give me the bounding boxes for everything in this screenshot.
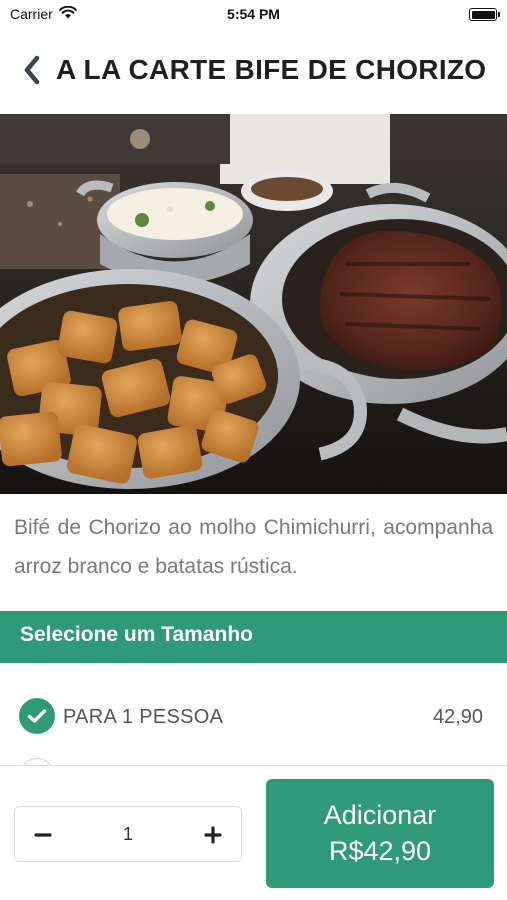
size-option-price: 42,90 bbox=[432, 706, 483, 728]
plus-icon bbox=[204, 826, 222, 844]
size-option-label: PARA 1 PESSOA bbox=[63, 706, 224, 728]
footer-bar: 1 Adicionar R$42,90 bbox=[0, 765, 507, 900]
add-button-price: R$42,90 bbox=[328, 835, 432, 866]
status-bar: Carrier 5:54 PM bbox=[0, 0, 507, 28]
page-title: A LA CARTE BIFE DE CHORIZO bbox=[56, 54, 487, 85]
check-icon bbox=[19, 698, 55, 734]
nav-bar: A LA CARTE BIFE DE CHORIZO bbox=[0, 44, 507, 98]
quantity-stepper: 1 bbox=[14, 806, 242, 862]
product-description: Bifé de Chorizo ao molho Chimichurri, ac… bbox=[14, 516, 493, 578]
chevron-left-icon bbox=[24, 55, 40, 85]
size-option-1-pessoa[interactable]: PARA 1 PESSOA 42,90 bbox=[0, 696, 507, 744]
status-time: 5:54 PM bbox=[227, 6, 280, 22]
back-button[interactable] bbox=[14, 52, 50, 88]
add-button-label: Adicionar bbox=[323, 799, 437, 830]
product-photo bbox=[0, 114, 507, 494]
battery-icon bbox=[469, 8, 500, 21]
size-section-title: Selecione um Tamanho bbox=[20, 623, 253, 646]
increase-quantity-button[interactable] bbox=[193, 815, 233, 855]
add-to-cart-button[interactable]: Adicionar R$42,90 bbox=[266, 779, 494, 888]
size-section-header: Selecione um Tamanho bbox=[0, 611, 507, 663]
